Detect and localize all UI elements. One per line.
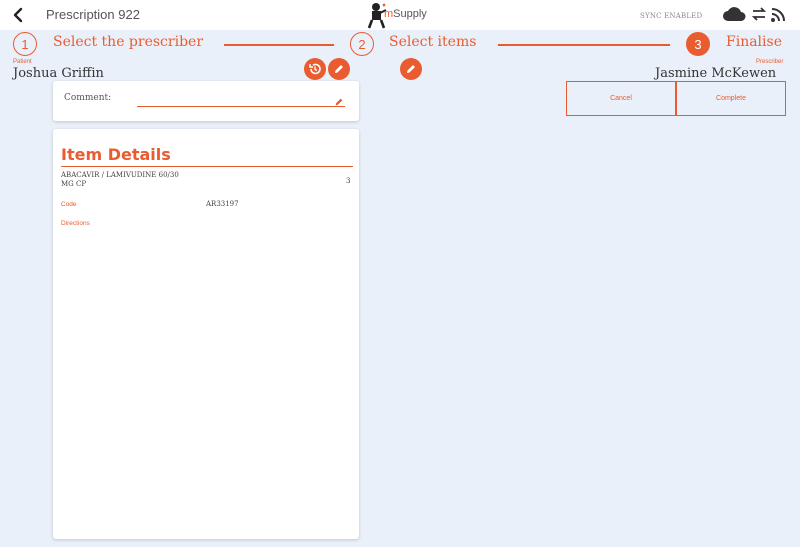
comment-input[interactable] <box>137 106 345 107</box>
patient-label: Patient <box>13 59 32 65</box>
item-details-card: Item Details ABACAVIR / LAMIVUDINE 60/30… <box>53 129 359 539</box>
item-name: ABACAVIR / LAMIVUDINE 60/30 MG CP <box>61 171 201 189</box>
logo-text: mSupply <box>384 8 427 20</box>
item-name-line2: MG CP <box>61 180 87 188</box>
step-3-number[interactable]: 3 <box>686 32 710 56</box>
pencil-icon <box>335 65 343 73</box>
step-2-number[interactable]: 2 <box>350 32 374 56</box>
item-quantity: 3 <box>346 177 351 185</box>
stepper: 1 Select the prescriber 2 Select items 3… <box>0 30 800 56</box>
item-name-line1: ABACAVIR / LAMIVUDINE 60/30 <box>61 171 179 179</box>
cloud-icon[interactable] <box>722 5 746 27</box>
prescriber-name: Jasmine McKewen <box>655 66 777 81</box>
cancel-button[interactable]: Cancel <box>566 81 676 116</box>
top-bar: Prescription 922 mSupply SYNC ENABLED <box>0 0 800 30</box>
chevron-left-icon[interactable] <box>10 6 28 24</box>
step-connector <box>498 44 670 46</box>
divider <box>61 166 353 167</box>
directions-label: Directions <box>61 220 90 227</box>
edit-patient-button[interactable] <box>328 58 350 80</box>
edit-prescriber-button[interactable] <box>400 58 422 80</box>
history-button[interactable] <box>304 58 326 80</box>
page-title: Prescription 922 <box>46 7 140 22</box>
patient-name: Joshua Griffin <box>13 66 104 81</box>
logo-text-prefix: m <box>384 8 394 20</box>
step-2-label[interactable]: Select items <box>389 34 476 50</box>
logo-text-suffix: Supply <box>393 8 427 20</box>
code-value: AR33197 <box>206 200 239 208</box>
step-1-label[interactable]: Select the prescriber <box>53 34 203 50</box>
history-icon <box>309 63 321 75</box>
rss-icon[interactable] <box>770 5 786 27</box>
step-3-label[interactable]: Finalise <box>726 34 782 50</box>
pencil-icon <box>407 65 415 73</box>
pencil-icon[interactable] <box>334 92 344 111</box>
comment-card: Comment: <box>53 81 359 121</box>
item-details-title: Item Details <box>61 145 171 164</box>
prescriber-label: Prescriber <box>756 59 784 65</box>
step-1-number[interactable]: 1 <box>13 32 37 56</box>
complete-button[interactable]: Complete <box>676 81 786 116</box>
step-connector <box>224 44 334 46</box>
sync-arrows-icon[interactable] <box>751 5 767 27</box>
comment-label: Comment: <box>64 93 112 103</box>
code-label: Code <box>61 201 77 208</box>
sync-status: SYNC ENABLED <box>640 12 703 20</box>
